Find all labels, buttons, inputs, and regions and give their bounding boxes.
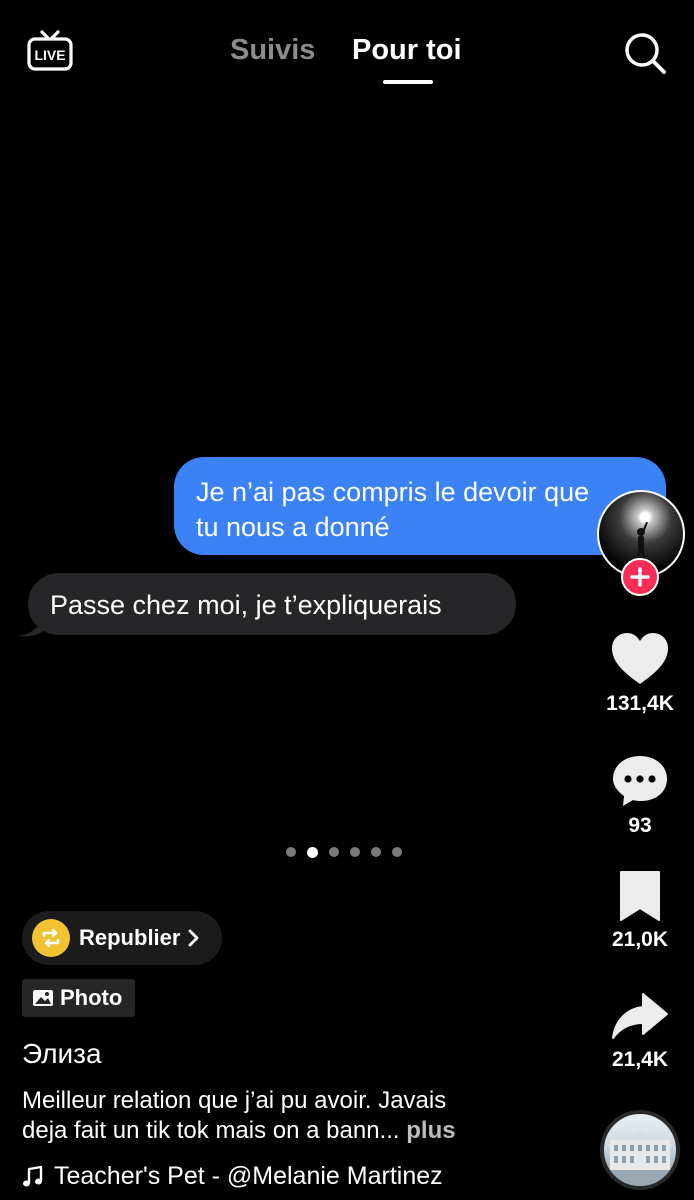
creator-username[interactable]: Элиза <box>22 1038 102 1070</box>
photo-label: Photo <box>60 985 123 1010</box>
follow-button[interactable] <box>621 558 659 596</box>
carousel-dot[interactable] <box>350 847 360 857</box>
sent-message-line-1: Je n’ai pas compris le devoir que <box>196 477 590 507</box>
caption-line-2: deja fait un tik tok mais on a bann... p… <box>22 1116 562 1146</box>
comment-count: 93 <box>628 814 652 837</box>
caption-line-1: Meilleur relation que j’ai pu avoir. Jav… <box>22 1087 447 1114</box>
comment-button[interactable]: 93 <box>598 754 682 838</box>
plus-icon <box>630 567 650 587</box>
comment-icon <box>613 756 667 806</box>
search-icon <box>625 33 666 74</box>
received-message-bubble: Passe chez moi, je t’expliquerais <box>28 573 516 635</box>
heart-icon <box>612 633 668 684</box>
share-icon <box>612 993 668 1039</box>
music-disc[interactable] <box>600 1110 680 1190</box>
carousel-dot[interactable] <box>329 847 339 857</box>
repost-label: Republier <box>79 925 181 950</box>
live-button[interactable]: LIVE <box>26 28 74 74</box>
tab-following[interactable]: Suivis <box>230 34 315 67</box>
post-caption[interactable]: Meilleur relation que j’ai pu avoir. Jav… <box>22 1086 562 1146</box>
sent-message-bubble: Je n’ai pas compris le devoir que tu nou… <box>174 457 666 555</box>
share-button[interactable]: 21,4K <box>598 992 682 1072</box>
active-tab-indicator <box>383 80 433 84</box>
carousel-pagination[interactable] <box>286 846 402 858</box>
image-icon <box>33 990 53 1006</box>
carousel-dot[interactable] <box>371 847 381 857</box>
top-bar: LIVE Suivis Pour toi <box>0 0 694 110</box>
sent-message-line-2: tu nous a donné <box>196 512 390 542</box>
bookmark-icon <box>620 871 660 921</box>
carousel-dot[interactable] <box>286 847 296 857</box>
tab-for-you[interactable]: Pour toi <box>352 34 462 67</box>
caption-more-link[interactable]: plus <box>406 1117 455 1144</box>
carousel-dot-active[interactable] <box>307 846 318 858</box>
share-count: 21,4K <box>611 1048 669 1071</box>
like-count: 131,4K <box>606 692 674 715</box>
save-button[interactable]: 21,0K <box>598 870 682 952</box>
music-cover-building <box>604 1130 676 1186</box>
repost-icon <box>32 919 70 957</box>
carousel-dot[interactable] <box>392 847 402 857</box>
search-button[interactable] <box>622 30 668 76</box>
chevron-right-icon <box>189 929 199 947</box>
music-info[interactable]: Teacher's Pet - @Melanie Martinez <box>22 1162 443 1191</box>
like-button[interactable]: 131,4K <box>598 632 682 716</box>
svg-text:LIVE: LIVE <box>34 47 65 63</box>
repost-button[interactable]: Republier <box>22 911 222 965</box>
caption-line-2-text: deja fait un tik tok mais on a bann... <box>22 1117 400 1144</box>
music-note-icon <box>23 1165 43 1186</box>
save-count: 21,0K <box>611 928 669 951</box>
live-tv-icon: LIVE <box>27 30 73 71</box>
photo-type-tag: Photo <box>22 979 135 1017</box>
music-title: Teacher's Pet - @Melanie Martinez <box>54 1162 443 1190</box>
